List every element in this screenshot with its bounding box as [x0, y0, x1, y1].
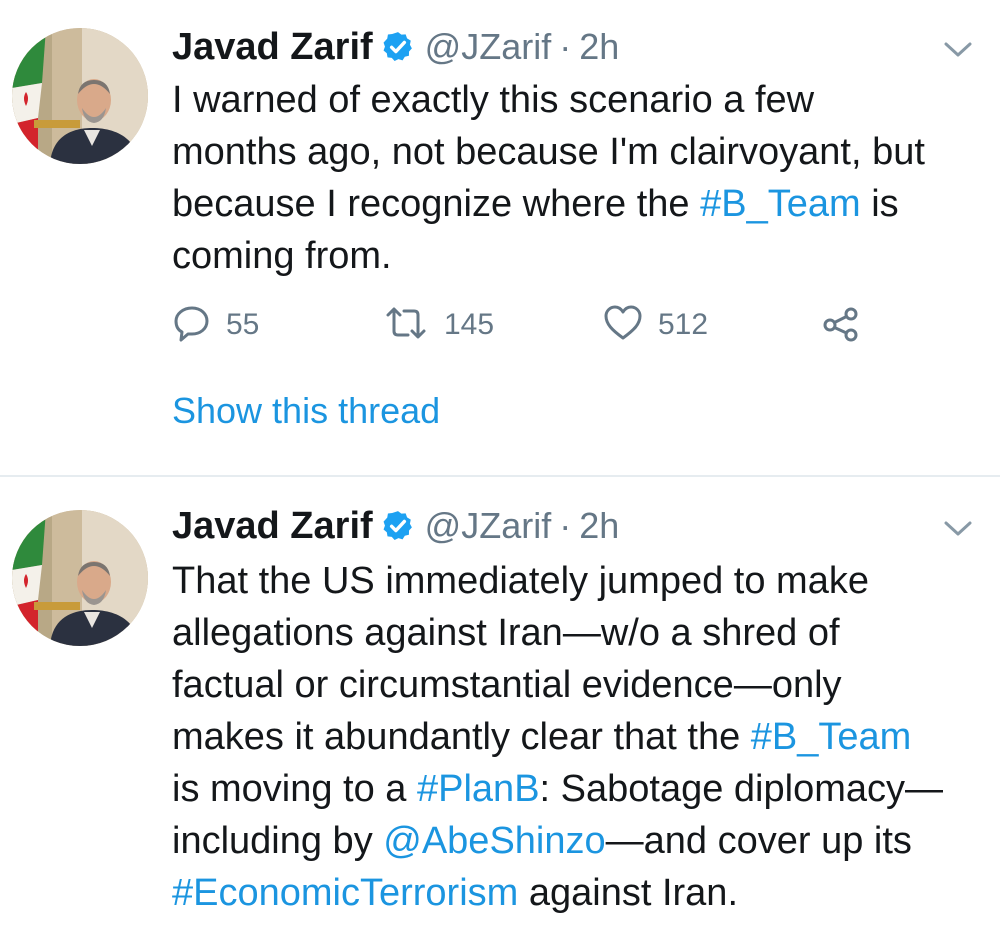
text-segment: coming from.	[172, 235, 392, 277]
chevron-down-icon[interactable]	[942, 40, 974, 60]
hashtag-link[interactable]: #PlanB	[417, 768, 540, 810]
verified-badge-icon	[381, 30, 415, 64]
text-segment: including by	[172, 820, 384, 862]
retweet-count: 145	[444, 308, 495, 341]
tweet-text-line: #EconomicTerrorism against Iran.	[172, 867, 972, 919]
text-segment: is moving to a	[172, 768, 417, 810]
text-segment: against Iran.	[518, 872, 738, 914]
show-thread-link[interactable]: Show this thread	[172, 390, 440, 432]
separator-dot: ·	[559, 26, 572, 67]
tweet-text-line: makes it abundantly clear that the #B_Te…	[172, 711, 972, 763]
mention-link[interactable]: @AbeShinzo	[383, 820, 605, 862]
avatar[interactable]	[12, 510, 148, 646]
text-segment: is	[860, 183, 899, 225]
hashtag-link[interactable]: #EconomicTerrorism	[172, 872, 518, 914]
tweet-text-line: because I recognize where the #B_Team is	[172, 178, 972, 230]
text-segment: I warned of exactly this scenario a few	[172, 79, 815, 121]
avatar[interactable]	[12, 28, 148, 164]
reply-count: 55	[226, 308, 260, 341]
text-segment: months ago, not because I'm clairvoyant,…	[172, 131, 925, 173]
text-segment: factual or circumstantial evidence—only	[172, 664, 842, 706]
hashtag-link[interactable]: #B_Team	[751, 716, 912, 758]
tweet-actions: 55 145 512	[172, 302, 872, 348]
tweet-header: Javad Zarif @JZarif · 2h	[172, 22, 619, 72]
share-icon	[820, 303, 862, 348]
tweet-text-line: I warned of exactly this scenario a few	[172, 74, 972, 126]
reply-button[interactable]: 55	[172, 302, 259, 348]
author-name[interactable]: Javad Zarif	[172, 505, 373, 548]
timestamp[interactable]: 2h	[579, 505, 619, 547]
like-count: 512	[658, 308, 709, 341]
tweet-text-line: allegations against Iran—w/o a shred of	[172, 607, 972, 659]
timestamp[interactable]: 2h	[579, 26, 619, 68]
separator-dot: ·	[559, 505, 572, 546]
chevron-down-icon[interactable]	[942, 519, 974, 539]
tweet-text-line: coming from.	[172, 230, 972, 282]
text-segment: —and cover up its	[605, 820, 912, 862]
tweet-header: Javad Zarif @JZarif · 2h	[172, 501, 619, 551]
tweet-text-line: including by @AbeShinzo—and cover up its	[172, 815, 972, 867]
hashtag-link[interactable]: #B_Team	[700, 183, 861, 225]
text-segment: That the US immediately jumped to make	[172, 560, 869, 602]
text-segment: : Sabotage diplomacy—	[539, 768, 943, 810]
retweet-button[interactable]: 145	[382, 302, 494, 348]
reply-icon	[172, 303, 212, 348]
tweet[interactable]: Javad Zarif @JZarif · 2h I warned of exa…	[0, 0, 1000, 475]
tweet-text-line: That the US immediately jumped to make	[172, 555, 972, 607]
retweet-icon	[382, 303, 430, 348]
tweet-text-line: months ago, not because I'm clairvoyant,…	[172, 126, 972, 178]
text-segment: allegations against Iran—w/o a shred of	[172, 612, 840, 654]
tweet-text: That the US immediately jumped to make al…	[172, 555, 972, 919]
tweet-text-line: is moving to a #PlanB: Sabotage diplomac…	[172, 763, 972, 815]
heart-icon	[602, 303, 644, 348]
tweet[interactable]: Javad Zarif @JZarif · 2h That the US imm…	[0, 475, 1000, 928]
tweet-text: I warned of exactly this scenario a few m…	[172, 74, 972, 282]
author-handle[interactable]: @JZarif	[425, 26, 552, 68]
verified-badge-icon	[381, 509, 415, 543]
like-button[interactable]: 512	[602, 302, 708, 348]
text-segment: because I recognize where the	[172, 183, 701, 225]
author-name[interactable]: Javad Zarif	[172, 26, 373, 69]
author-handle[interactable]: @JZarif	[425, 505, 552, 547]
share-button[interactable]	[820, 302, 862, 348]
text-segment: makes it abundantly clear that the	[172, 716, 751, 758]
tweet-text-line: factual or circumstantial evidence—only	[172, 659, 972, 711]
